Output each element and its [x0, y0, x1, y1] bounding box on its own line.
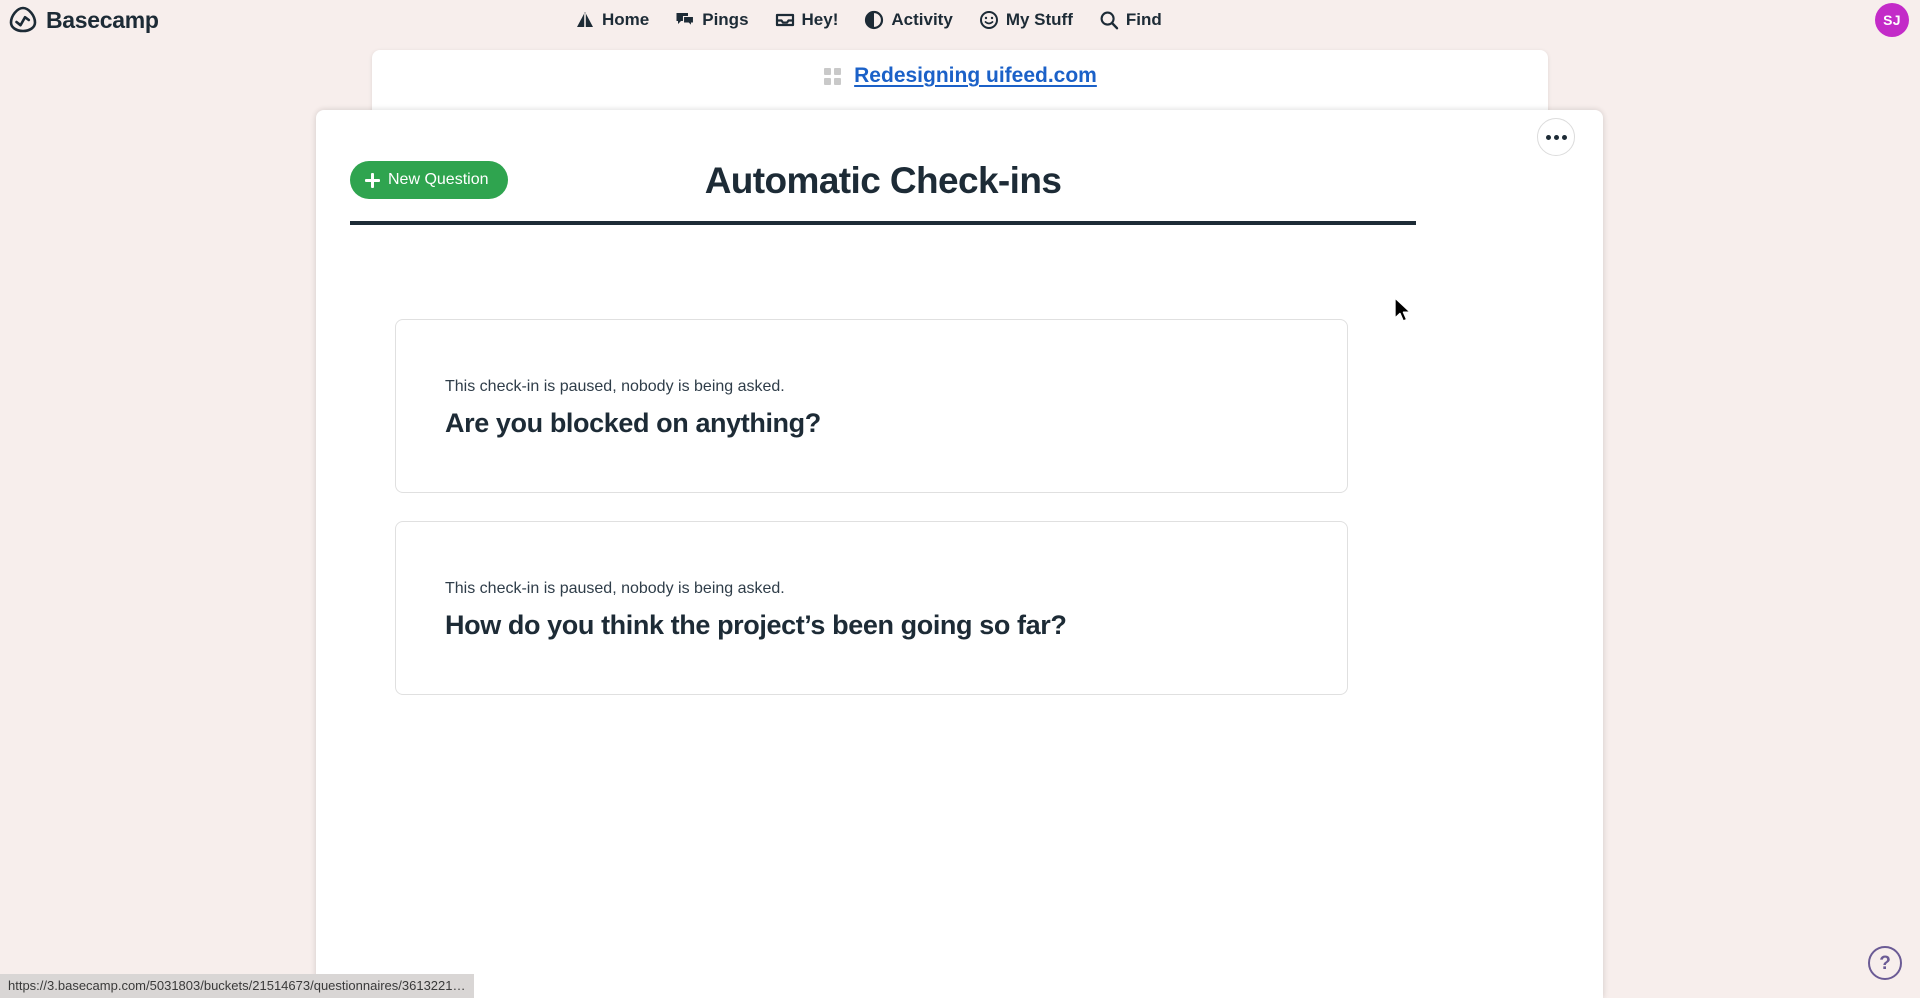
ellipsis-icon — [1553, 134, 1559, 140]
magnifier-icon — [1099, 10, 1119, 30]
question-status: This check-in is paused, nobody is being… — [445, 580, 785, 597]
nav-item-label: My Stuff — [1005, 10, 1073, 29]
plus-icon — [365, 172, 380, 188]
title-divider — [350, 221, 1416, 225]
nav-item-home[interactable]: Home — [575, 10, 649, 30]
nav-item-my-stuff[interactable]: My Stuff — [979, 10, 1073, 30]
breadcrumb: Redesigning uifeed.com — [372, 64, 1548, 88]
basecamp-logo-icon — [8, 5, 38, 35]
page-header: Automatic Check-ins New Question — [350, 155, 1416, 217]
new-question-label: New Question — [388, 171, 489, 188]
nav-item-label: Activity — [891, 10, 953, 29]
brand-name: Basecamp — [46, 6, 159, 33]
new-question-button[interactable]: New Question — [350, 161, 508, 199]
status-bar-url: https://3.basecamp.com/5031803/buckets/2… — [0, 974, 474, 998]
question-card[interactable]: This check-in is paused, nobody is being… — [395, 319, 1348, 493]
nav-item-label: Pings — [702, 10, 749, 29]
question-status: This check-in is paused, nobody is being… — [445, 378, 785, 395]
half-circle-icon — [864, 10, 884, 30]
inbox-tray-icon — [775, 10, 795, 30]
question-title: How do you think the project’s been goin… — [445, 610, 1067, 640]
brand-home-link[interactable]: Basecamp — [8, 0, 159, 40]
nav-item-label: Find — [1125, 10, 1162, 29]
top-navigation-bar: Basecamp Home Pings Hey! Activity My Stu… — [0, 0, 1920, 40]
avatar[interactable]: SJ — [1875, 3, 1909, 37]
project-link[interactable]: Redesigning uifeed.com — [854, 64, 1097, 88]
page-title: Automatic Check-ins — [704, 160, 1062, 201]
help-button[interactable]: ? — [1868, 946, 1902, 980]
question-title: Are you blocked on anything? — [445, 408, 821, 438]
checkins-panel: Automatic Check-ins New Question This ch… — [316, 110, 1603, 998]
nav-item-hey[interactable]: Hey! — [775, 10, 839, 30]
question-card[interactable]: This check-in is paused, nobody is being… — [395, 521, 1348, 695]
nav-item-activity[interactable]: Activity — [864, 10, 953, 30]
nav-item-pings[interactable]: Pings — [675, 10, 749, 30]
overflow-menu-button[interactable] — [1537, 118, 1575, 156]
nav-item-find[interactable]: Find — [1099, 10, 1162, 30]
question-list: This check-in is paused, nobody is being… — [395, 319, 1348, 723]
chat-bubbles-icon — [675, 10, 695, 30]
ellipsis-icon — [1561, 134, 1567, 140]
primary-nav: Home Pings Hey! Activity My Stuff Find — [575, 0, 1162, 40]
smiley-face-icon — [979, 10, 999, 30]
nav-item-label: Home — [602, 10, 650, 29]
ellipsis-icon — [1545, 134, 1551, 140]
mountain-icon — [575, 10, 595, 30]
grid-squares-icon — [823, 67, 842, 86]
nav-item-label: Hey! — [801, 10, 839, 29]
